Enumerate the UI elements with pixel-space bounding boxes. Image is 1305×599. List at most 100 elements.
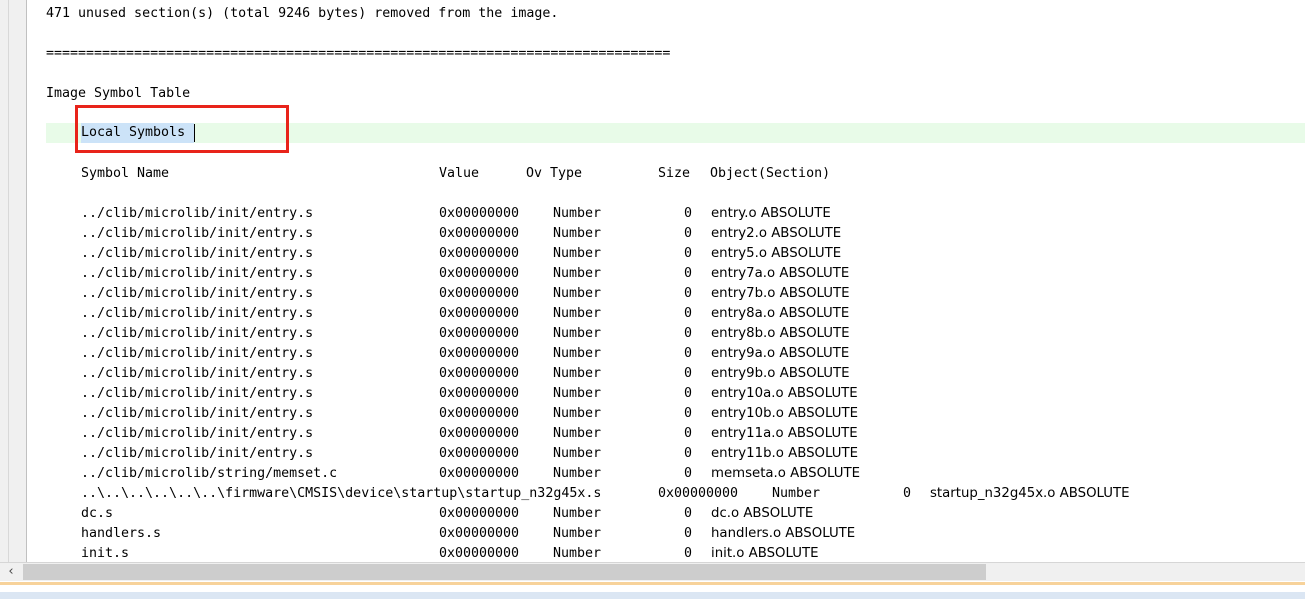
symbol-size: 0	[684, 246, 693, 261]
table-row: ../clib/microlib/init/entry.s 0x00000000 N…	[27, 304, 1305, 324]
column-header-row: Symbol Name Value Ov Type Size Object(Se…	[27, 164, 1305, 184]
symbol-type: Number	[553, 286, 602, 301]
symbol-value: 0x00000000	[439, 446, 520, 461]
symbol-type: Number	[553, 506, 602, 521]
symbol-type: Number	[553, 446, 602, 461]
symbol-name: ../clib/microlib/init/entry.s	[81, 346, 314, 361]
symbol-size: 0	[684, 546, 693, 561]
symbol-type: Number	[553, 386, 602, 401]
symbol-type: Number	[553, 326, 602, 341]
symbol-name: ../clib/microlib/init/entry.s	[81, 246, 314, 261]
symbol-size: 0	[684, 406, 693, 421]
symbol-value: 0x00000000	[658, 486, 739, 501]
symbol-type: Number	[553, 346, 602, 361]
symbol-value: 0x00000000	[439, 426, 520, 441]
symbol-name: init.s	[81, 546, 130, 561]
symbol-size: 0	[684, 266, 693, 281]
symbol-object: entry2.o ABSOLUTE	[711, 226, 842, 241]
table-row: ../clib/microlib/init/entry.s 0x00000000 N…	[27, 324, 1305, 344]
symbol-name: ../clib/microlib/init/entry.s	[81, 366, 314, 381]
symbol-name: ../clib/microlib/init/entry.s	[81, 206, 314, 221]
symbol-type: Number	[553, 406, 602, 421]
symbol-name: handlers.s	[81, 526, 162, 541]
symbol-value: 0x00000000	[439, 506, 520, 521]
scrollbar-thumb[interactable]	[23, 564, 986, 580]
table-row: ../clib/microlib/init/entry.s 0x00000000 N…	[27, 224, 1305, 244]
horizontal-scrollbar[interactable]: ‹	[0, 562, 1305, 581]
symbol-value: 0x00000000	[439, 326, 520, 341]
symbol-name: ../clib/microlib/init/entry.s	[81, 266, 314, 281]
table-row: ../clib/microlib/init/entry.s 0x00000000 N…	[27, 244, 1305, 264]
symbol-type: Number	[553, 266, 602, 281]
symbol-size: 0	[684, 326, 693, 341]
symbol-value: 0x00000000	[439, 346, 520, 361]
symbol-size: 0	[684, 506, 693, 521]
symbol-object: entry5.o ABSOLUTE	[711, 246, 842, 261]
table-row: ../clib/microlib/init/entry.s 0x00000000 N…	[27, 284, 1305, 304]
table-title: Image Symbol Table	[46, 86, 191, 101]
symbol-size: 0	[684, 366, 693, 381]
symbol-size: 0	[684, 526, 693, 541]
table-row: ../clib/microlib/init/entry.s 0x00000000 N…	[27, 424, 1305, 444]
table-row: ../clib/microlib/init/entry.s 0x00000000 N…	[27, 344, 1305, 364]
symbol-name: ../clib/microlib/init/entry.s	[81, 306, 314, 321]
symbol-type: Number	[553, 246, 602, 261]
status-bar-bottom	[0, 592, 1305, 599]
symbol-size: 0	[903, 486, 912, 501]
symbol-object: entry.o ABSOLUTE	[711, 206, 831, 221]
symbol-object: entry11a.o ABSOLUTE	[711, 426, 858, 441]
symbol-object: entry8a.o ABSOLUTE	[711, 306, 850, 321]
table-row: ../clib/microlib/init/entry.s 0x00000000 N…	[27, 384, 1305, 404]
header-line: 471 unused section(s) (total 9246 bytes)…	[46, 6, 559, 21]
symbol-value: 0x00000000	[439, 306, 520, 321]
column-object-section: Object(Section)	[710, 166, 831, 181]
symbol-object: entry11b.o ABSOLUTE	[711, 446, 858, 461]
symbol-object: entry9a.o ABSOLUTE	[711, 346, 850, 361]
separator-line: ========================================…	[46, 46, 671, 61]
symbol-object: memseta.o ABSOLUTE	[711, 466, 861, 481]
symbol-name: ../clib/microlib/init/entry.s	[81, 446, 314, 461]
table-row: ../clib/microlib/init/entry.s 0x00000000 N…	[27, 444, 1305, 464]
table-row: handlers.s 0x00000000 Number 0 handlers.o AB…	[27, 524, 1305, 544]
symbol-name: ../clib/microlib/string/memset.c	[81, 466, 338, 481]
symbol-size: 0	[684, 286, 693, 301]
symbol-value: 0x00000000	[439, 246, 520, 261]
table-row: init.s 0x00000000 Number 0 init.o ABSOLUTE	[27, 544, 1305, 562]
column-size: Size	[658, 166, 691, 181]
symbol-value: 0x00000000	[439, 286, 520, 301]
symbol-object: dc.o ABSOLUTE	[711, 506, 814, 521]
symbol-object: entry10b.o ABSOLUTE	[711, 406, 858, 421]
table-row: ../clib/microlib/init/entry.s 0x00000000 N…	[27, 264, 1305, 284]
text-editor[interactable]: 471 unused section(s) (total 9246 bytes)…	[27, 0, 1305, 562]
symbol-name: ../clib/microlib/init/entry.s	[81, 286, 314, 301]
symbol-name: dc.s	[81, 506, 114, 521]
symbol-size: 0	[684, 426, 693, 441]
column-ov-type: Ov Type	[526, 166, 583, 181]
symbol-value: 0x00000000	[439, 226, 520, 241]
symbol-type: Number	[553, 546, 602, 561]
column-symbol-name: Symbol Name	[81, 166, 170, 181]
symbol-size: 0	[684, 386, 693, 401]
symbol-type: Number	[553, 526, 602, 541]
symbol-object: entry9b.o ABSOLUTE	[711, 366, 850, 381]
symbol-value: 0x00000000	[439, 406, 520, 421]
symbol-value: 0x00000000	[439, 206, 520, 221]
gutter-line	[8, 0, 9, 562]
symbol-name: ../clib/microlib/init/entry.s	[81, 326, 314, 341]
table-row: ..\..\..\..\..\..\firmware\CMSIS\device\…	[27, 484, 1305, 504]
symbol-name: ..\..\..\..\..\..\firmware\CMSIS\device\…	[81, 486, 602, 501]
scroll-left-icon[interactable]: ‹	[0, 563, 22, 581]
symbol-object: init.o ABSOLUTE	[711, 546, 819, 561]
editor-gutter	[0, 0, 27, 562]
table-row: ../clib/microlib/init/entry.s 0x00000000 N…	[27, 204, 1305, 224]
symbol-name: ../clib/microlib/init/entry.s	[81, 406, 314, 421]
scrollbar-track[interactable]	[986, 564, 1305, 580]
symbol-object: entry8b.o ABSOLUTE	[711, 326, 850, 341]
column-value: Value	[439, 166, 480, 181]
symbol-size: 0	[684, 206, 693, 221]
symbol-size: 0	[684, 306, 693, 321]
symbol-name: ../clib/microlib/init/entry.s	[81, 386, 314, 401]
symbol-type: Number	[772, 486, 821, 501]
symbol-type: Number	[553, 366, 602, 381]
symbol-size: 0	[684, 446, 693, 461]
